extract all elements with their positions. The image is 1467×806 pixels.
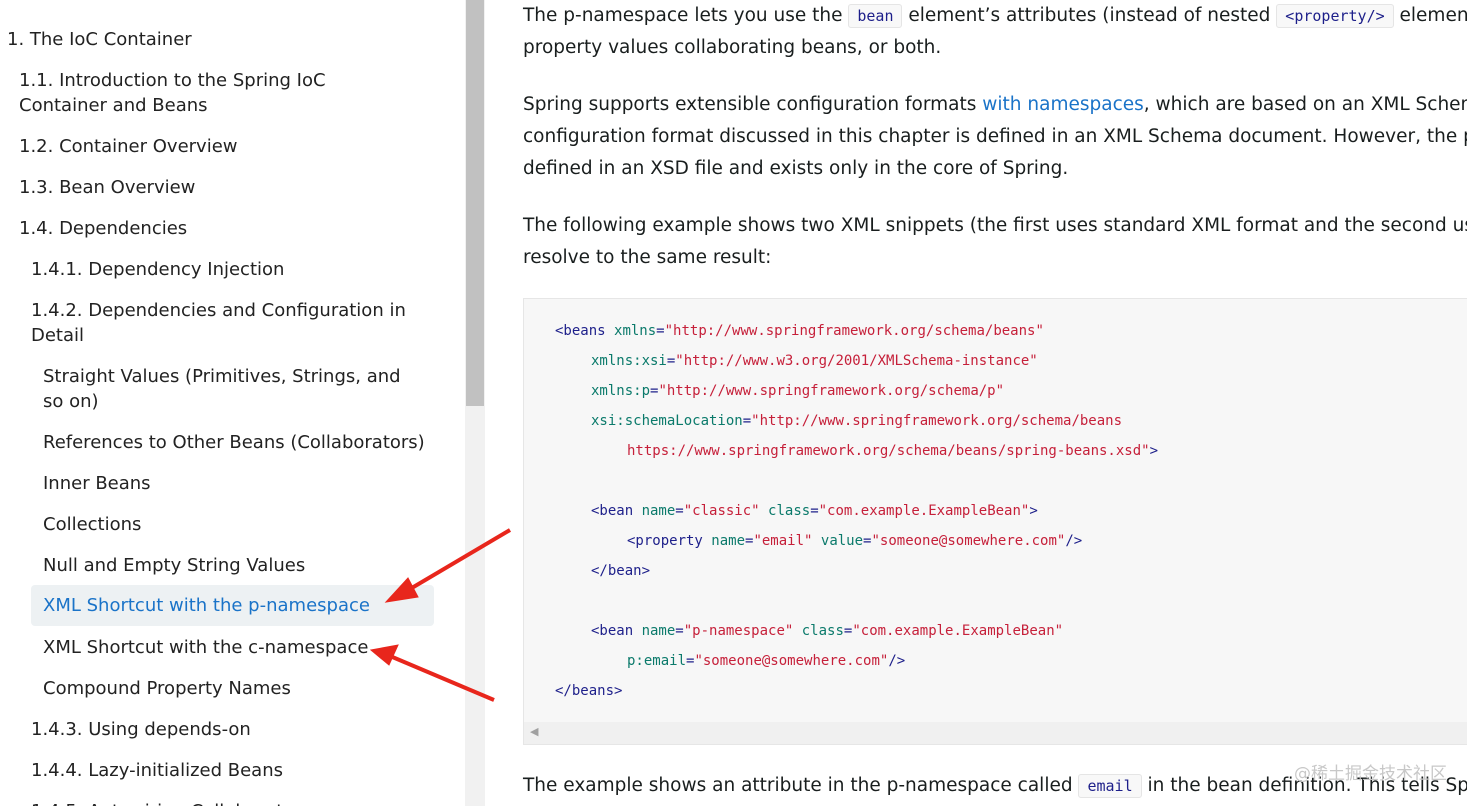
toc-item[interactable]: 1.2. Container Overview xyxy=(19,134,238,159)
code-line: xmlns:xsi="http://www.w3.org/2001/XMLSch… xyxy=(591,351,1038,371)
inline-code: <property/> xyxy=(1276,4,1394,28)
code-token: = xyxy=(810,503,819,519)
code-line: https://www.springframework.org/schema/b… xyxy=(627,441,1158,461)
code-token: "someone@somewhere.com" xyxy=(694,653,889,669)
code-line: xmlns:p="http://www.springframework.org/… xyxy=(591,381,1004,401)
inline-code: email xyxy=(1078,774,1142,798)
code-token: </beans> xyxy=(555,683,623,699)
code-token: "http://www.springframework.org/schema/b… xyxy=(664,323,1044,339)
code-token: name xyxy=(711,533,746,549)
code-token: https://www.springframework.org/schema/b… xyxy=(627,443,1150,459)
paragraph: The following example shows two XML snip… xyxy=(523,215,1467,236)
toc-item[interactable]: Inner Beans xyxy=(43,471,151,496)
code-token: = xyxy=(742,413,752,429)
toc-item[interactable]: 1.4.3. Using depends-on xyxy=(31,717,251,742)
code-line: <bean name="p-namespace" class="com.exam… xyxy=(591,621,1063,641)
toc-item[interactable]: 1.4.2. Dependencies and Configuration in… xyxy=(31,298,419,348)
code-token: "com.example.ExampleBean" xyxy=(852,623,1064,639)
code-token: </bean> xyxy=(591,563,651,579)
code-token: /> xyxy=(888,653,906,669)
code-token: "p-namespace" xyxy=(683,623,802,639)
code-token: "someone@somewhere.com" xyxy=(871,533,1066,549)
toc-item[interactable]: 1.4. Dependencies xyxy=(19,216,187,241)
code-block: <beans xmlns="http://www.springframework… xyxy=(523,298,1467,745)
scroll-left-arrow-icon[interactable]: ◀ xyxy=(530,725,538,738)
toc-item[interactable]: 1. The IoC Container xyxy=(7,27,192,52)
code-token: <bean xyxy=(591,623,642,639)
code-token: class xyxy=(801,623,844,639)
code-token: "http://www.w3.org/2001/XMLSchema-instan… xyxy=(675,353,1038,369)
code-token: xsi:schemaLocation xyxy=(591,413,743,429)
code-token: <beans xyxy=(555,323,615,339)
table-of-contents: 1. The IoC Container 1.1. Introduction to… xyxy=(0,0,465,806)
toc-item[interactable]: Compound Property Names xyxy=(43,676,291,701)
code-token: <property xyxy=(627,533,712,549)
code-token: "email" xyxy=(753,533,821,549)
code-token: xmlns xyxy=(614,323,657,339)
toc-item[interactable]: 1.3. Bean Overview xyxy=(19,175,195,200)
code-horizontal-scrollbar[interactable]: ◀ xyxy=(524,722,1467,744)
code-line: <beans xmlns="http://www.springframework… xyxy=(555,321,1044,341)
code-token: "com.example.ExampleBean" xyxy=(818,503,1030,519)
toc-item[interactable]: XML Shortcut with the c-namespace xyxy=(43,635,368,660)
paragraph-line: configuration format discussed in this c… xyxy=(523,126,1467,147)
code-token: class xyxy=(768,503,811,519)
code-line: </bean> xyxy=(591,561,650,581)
toc-item[interactable]: Collections xyxy=(43,512,141,537)
paragraph-line: property values collaborating beans, or … xyxy=(523,37,942,58)
toc-item[interactable]: References to Other Beans (Collaborators… xyxy=(43,430,425,455)
code-token: "http://www.springframework.org/schema/b… xyxy=(751,413,1123,429)
sidebar-scrollbar-thumb[interactable] xyxy=(466,0,484,406)
toc-item[interactable]: 1.1. Introduction to the Spring IoC Cont… xyxy=(19,68,419,118)
watermark: @稀土掘金技术社区 xyxy=(1294,764,1447,784)
code-token: name xyxy=(641,623,676,639)
inline-code: bean xyxy=(848,4,903,28)
code-token: "http://www.springframework.org/schema/p… xyxy=(658,383,1005,399)
toc-item[interactable]: XML Shortcut with the p-namespace xyxy=(31,585,434,626)
toc-item[interactable]: Straight Values (Primitives, Strings, an… xyxy=(43,364,419,414)
code-token: <bean xyxy=(591,503,642,519)
toc-item[interactable]: 1.4.5. Autowiring Collaborators xyxy=(31,799,311,806)
code-line: <property name="email" value="someone@so… xyxy=(627,531,1082,551)
toc-item[interactable]: 1.4.1. Dependency Injection xyxy=(31,257,284,282)
code-token: > xyxy=(1149,443,1159,459)
code-token: "classic" xyxy=(683,503,769,519)
paragraph: The p-namespace lets you use the bean el… xyxy=(523,4,1467,28)
code-token: > xyxy=(1029,503,1038,519)
code-token: p:email xyxy=(627,653,687,669)
paragraph-line: defined in an XSD file and exists only i… xyxy=(523,158,1069,179)
toc-item[interactable]: 1.4.4. Lazy-initialized Beans xyxy=(31,758,283,783)
code-line: </beans> xyxy=(555,681,622,701)
toc-item[interactable]: Null and Empty String Values xyxy=(43,553,305,578)
paragraph: Spring supports extensible configuration… xyxy=(523,94,1467,115)
code-token: = xyxy=(675,623,684,639)
code-token: name xyxy=(641,503,676,519)
code-line: xsi:schemaLocation="http://www.springfra… xyxy=(591,411,1122,431)
code-token: xmlns:p xyxy=(591,383,651,399)
code-line: <bean name="classic" class="com.example.… xyxy=(591,501,1038,521)
code-token: value xyxy=(820,533,864,549)
paragraph-line: resolve to the same result: xyxy=(523,247,772,268)
code-token: xmlns:xsi xyxy=(591,353,667,369)
code-token: = xyxy=(656,323,665,339)
code-line: p:email="someone@somewhere.com"/> xyxy=(627,651,905,671)
code-token: = xyxy=(675,503,684,519)
code-token: /> xyxy=(1065,533,1083,549)
namespaces-link[interactable]: with namespaces xyxy=(982,94,1144,115)
main-content: The p-namespace lets you use the bean el… xyxy=(485,0,1467,806)
